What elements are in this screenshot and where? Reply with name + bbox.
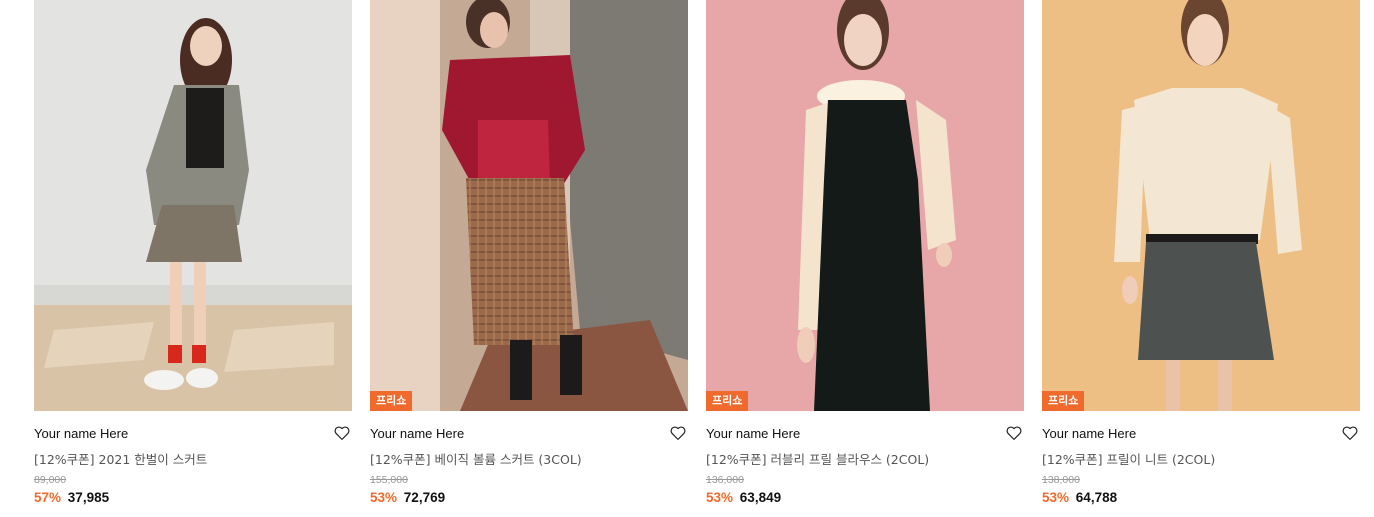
discount-rate: 53% — [706, 490, 734, 505]
preshow-badge: 프리쇼 — [706, 391, 749, 411]
price-row: 57% 37,985 — [34, 490, 109, 505]
sale-price: 64,788 — [1075, 490, 1118, 505]
product-title[interactable]: [12%쿠폰] 2021 한벌이 스커트 — [34, 449, 207, 468]
heart-outline-icon[interactable] — [333, 424, 351, 442]
product-brand[interactable]: Your name Here — [1042, 426, 1136, 441]
product-image[interactable] — [34, 0, 352, 411]
product-card: 프리쇼 Your name Here [12%쿠폰] 프릴이 니트 (2COL)… — [1042, 0, 1360, 517]
product-title[interactable]: [12%쿠폰] 프릴이 니트 (2COL) — [1042, 449, 1215, 468]
discount-rate: 53% — [1042, 490, 1070, 505]
heart-outline-icon[interactable] — [669, 424, 687, 442]
product-card: 프리쇼 Your name Here [12%쿠폰] 러블리 프릴 블라우스 (… — [706, 0, 1024, 517]
product-brand[interactable]: Your name Here — [706, 426, 800, 441]
sale-price: 37,985 — [67, 490, 110, 505]
discount-rate: 57% — [34, 490, 62, 505]
heart-outline-icon[interactable] — [1341, 424, 1359, 442]
original-price: 138,000 — [1042, 474, 1080, 486]
price-row: 53% 72,769 — [370, 490, 445, 505]
preshow-badge: 프리쇼 — [370, 391, 413, 411]
product-image[interactable]: 프리쇼 — [370, 0, 688, 411]
sale-price: 63,849 — [739, 490, 782, 505]
product-card: Your name Here [12%쿠폰] 2021 한벌이 스커트 89,0… — [34, 0, 352, 517]
product-grid: Your name Here [12%쿠폰] 2021 한벌이 스커트 89,0… — [0, 0, 1374, 517]
product-card: 프리쇼 Your name Here [12%쿠폰] 베이직 볼륨 스커트 (3… — [370, 0, 688, 517]
price-row: 53% 64,788 — [1042, 490, 1117, 505]
product-photo-illustration — [1042, 0, 1360, 411]
product-photo-illustration — [370, 0, 688, 411]
product-image[interactable]: 프리쇼 — [1042, 0, 1360, 411]
product-photo-illustration — [34, 0, 352, 411]
product-brand[interactable]: Your name Here — [34, 426, 128, 441]
original-price: 136,000 — [706, 474, 744, 486]
original-price: 155,000 — [370, 474, 408, 486]
preshow-badge: 프리쇼 — [1042, 391, 1085, 411]
product-brand[interactable]: Your name Here — [370, 426, 464, 441]
product-title[interactable]: [12%쿠폰] 러블리 프릴 블라우스 (2COL) — [706, 449, 929, 468]
original-price: 89,000 — [34, 474, 67, 486]
price-row: 53% 63,849 — [706, 490, 781, 505]
product-title[interactable]: [12%쿠폰] 베이직 볼륨 스커트 (3COL) — [370, 449, 582, 468]
product-photo-illustration — [706, 0, 1024, 411]
product-image[interactable]: 프리쇼 — [706, 0, 1024, 411]
sale-price: 72,769 — [403, 490, 446, 505]
discount-rate: 53% — [370, 490, 398, 505]
heart-outline-icon[interactable] — [1005, 424, 1023, 442]
